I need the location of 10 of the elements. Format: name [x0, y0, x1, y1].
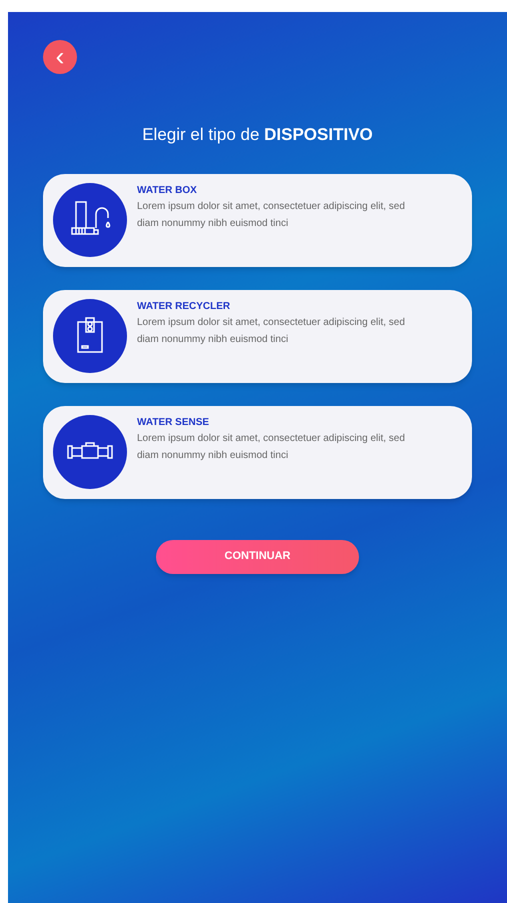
device-title: WATER SENSE: [137, 416, 210, 430]
device-description: Lorem ipsum dolor sit amet, consectetuer adipiscing elit, sed diam nonummy nibh euismod tinci: [137, 316, 406, 346]
device-description: Lorem ipsum dolor sit amet, consectetuer adipiscing elit, sed diam nonummy nibh euismod tinci: [137, 200, 406, 230]
device-title: WATER RECYCLER: [137, 300, 232, 314]
device-description: Lorem ipsum dolor sit amet, consectetuer adipiscing elit, sed diam nonummy nibh euismod tinci: [137, 432, 406, 462]
device-card[interactable]: WATER SENSE Lorem ipsum dolor sit amet, consectetuer adipiscing elit, sed diam nonummy nibh euismod tinci: [43, 406, 472, 498]
device-card[interactable]: WATER RECYCLER Lorem ipsum dolor sit amet, consectetuer adipiscing elit, sed diam nonummy nibh euismod tinci: [43, 290, 472, 382]
page-heading: Elegir el tipo de DISPOSITIVO: [142, 124, 373, 146]
device-card[interactable]: WATER BOX Lorem ipsum dolor sit amet, consectetuer adipiscing elit, sed diam nonummy nibh euismod tinci: [43, 174, 472, 266]
device-title: WATER BOX: [137, 184, 198, 198]
